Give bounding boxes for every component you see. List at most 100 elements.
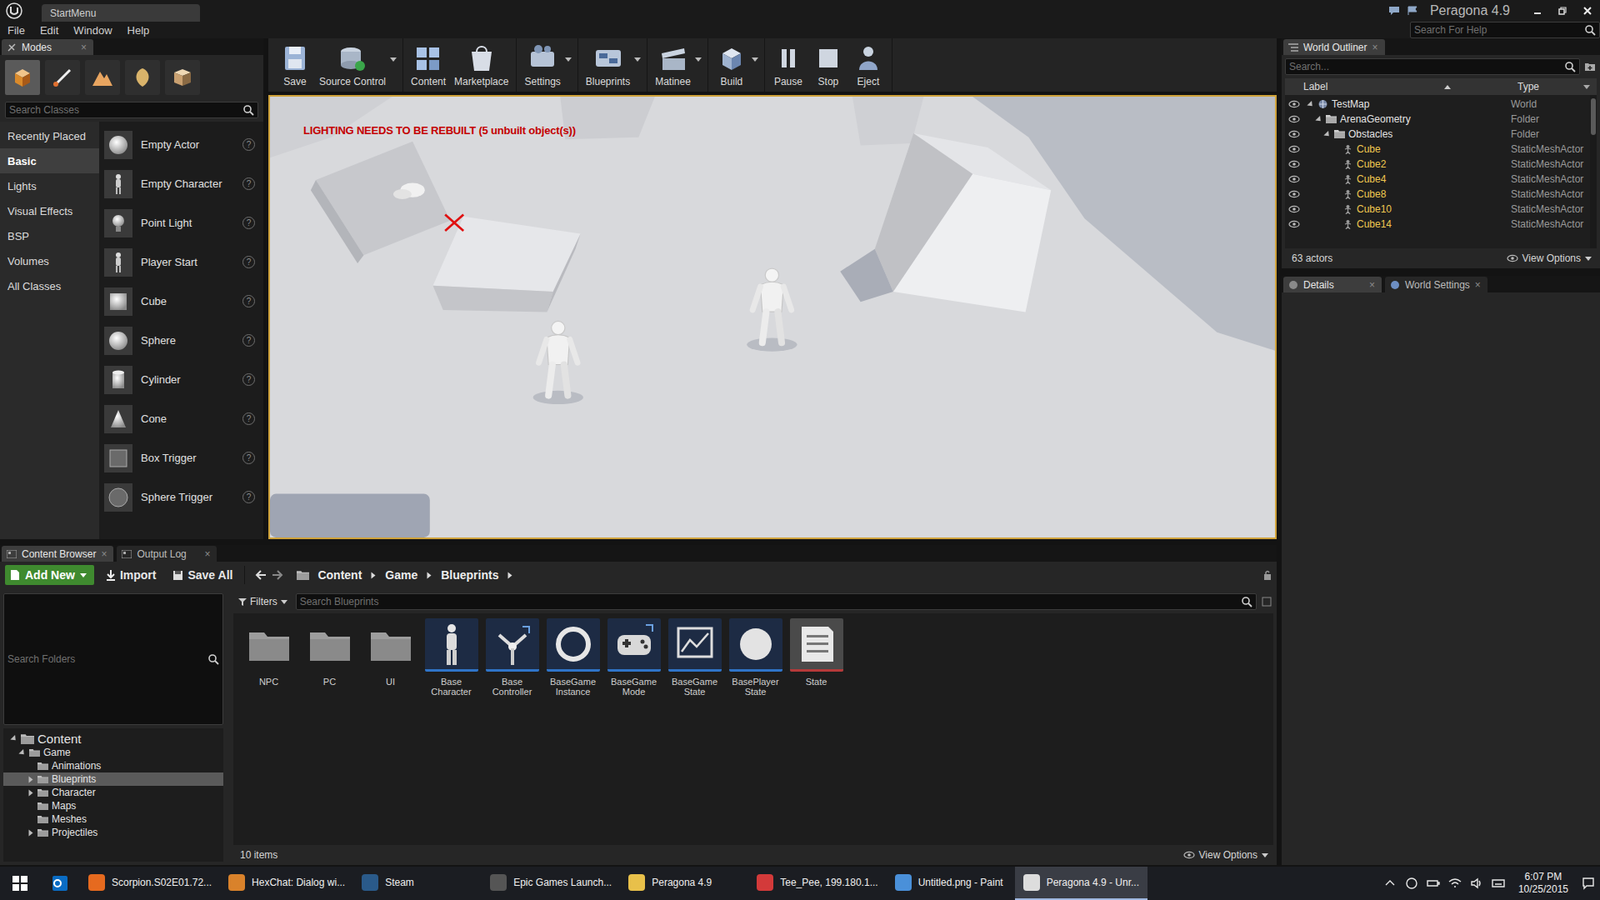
- eye-icon[interactable]: [1288, 175, 1300, 184]
- column-header[interactable]: Label: [1303, 80, 1518, 93]
- outliner-tab[interactable]: World Outliner×: [1283, 39, 1385, 55]
- tab-close[interactable]: ×: [204, 548, 210, 560]
- outliner-row[interactable]: Cube10StaticMeshActor: [1285, 201, 1590, 217]
- toolbar-button[interactable]: Eject: [848, 38, 889, 92]
- folder-tile[interactable]: NPC: [238, 616, 300, 699]
- help-badge[interactable]: ?: [242, 451, 255, 465]
- toolbar-button[interactable]: Save: [275, 38, 315, 92]
- toolbar-button[interactable]: Blueprints: [581, 38, 635, 92]
- help-badge[interactable]: ?: [242, 412, 255, 425]
- outliner-row[interactable]: ArenaGeometryFolder: [1285, 111, 1590, 127]
- menu-item[interactable]: Window: [65, 24, 120, 37]
- tree-toggle[interactable]: [26, 777, 35, 782]
- folder-row[interactable]: Game: [3, 745, 224, 760]
- class-item[interactable]: Cube?: [99, 281, 264, 321]
- battery-icon[interactable]: [1426, 876, 1440, 890]
- column-header[interactable]: Type: [1517, 80, 1597, 93]
- help-badge[interactable]: ?: [242, 295, 255, 308]
- toolbar-dropdown[interactable]: [390, 38, 400, 92]
- asset-search-input[interactable]: [300, 595, 1241, 608]
- eye-icon[interactable]: [1288, 190, 1300, 199]
- outliner-search-input[interactable]: [1289, 60, 1565, 73]
- category-item[interactable]: Volumes: [0, 248, 100, 274]
- level-viewport[interactable]: LIGHTING NEEDS TO BE REBUILT (5 unbuilt …: [268, 95, 1277, 540]
- tree-toggle[interactable]: [1306, 102, 1315, 107]
- menu-item[interactable]: Edit: [32, 24, 66, 37]
- class-item[interactable]: Cylinder?: [99, 360, 264, 400]
- toolbar-button[interactable]: Build: [711, 38, 752, 92]
- document-tab[interactable]: StartMenu: [41, 4, 200, 22]
- outlook-icon[interactable]: [40, 866, 80, 900]
- outliner-row[interactable]: TestMapWorld: [1285, 96, 1590, 112]
- category-item[interactable]: All Classes: [0, 273, 100, 299]
- folder-row[interactable]: Content: [3, 731, 224, 746]
- path-crumb[interactable]: Blueprints: [440, 568, 499, 582]
- help-badge[interactable]: ?: [242, 177, 255, 190]
- start-button[interactable]: [0, 866, 40, 900]
- eye-icon[interactable]: [1183, 850, 1195, 860]
- folder-tile[interactable]: PC: [299, 616, 360, 699]
- chevron-up-icon[interactable]: [1383, 876, 1397, 890]
- back-arrow-icon[interactable]: [255, 570, 267, 580]
- viewport-scene[interactable]: [270, 96, 1275, 538]
- asset-tile[interactable]: BaseGame Mode: [603, 616, 665, 699]
- modes-tab[interactable]: Modes×: [1, 39, 94, 55]
- toolbar-button[interactable]: Settings: [520, 38, 565, 92]
- tree-toggle[interactable]: [18, 750, 26, 755]
- class-search[interactable]: [5, 101, 259, 119]
- toolbar-button[interactable]: Marketplace: [450, 38, 513, 92]
- category-item[interactable]: BSP: [0, 223, 100, 249]
- taskbar-item[interactable]: HexChat: Dialog wi...: [220, 866, 354, 900]
- volume-icon[interactable]: [1470, 876, 1484, 890]
- class-item[interactable]: Box Trigger?: [99, 438, 264, 478]
- mode-button[interactable]: [45, 60, 80, 95]
- eye-icon[interactable]: [1288, 160, 1300, 169]
- taskbar-item[interactable]: Untitled.png - Paint: [886, 866, 1015, 900]
- class-search-input[interactable]: [9, 104, 243, 116]
- folder-row[interactable]: Blueprints: [3, 772, 224, 786]
- path-crumb[interactable]: Content: [317, 568, 362, 582]
- toolbar-button[interactable]: Source Control: [315, 38, 390, 92]
- restore-icon[interactable]: [1553, 4, 1572, 18]
- eye-icon[interactable]: [1288, 130, 1300, 139]
- notifications-icon[interactable]: [1581, 876, 1595, 890]
- outliner-row[interactable]: Cube8StaticMeshActor: [1285, 186, 1590, 202]
- save-all-button[interactable]: Save All: [167, 565, 238, 585]
- toolbar-dropdown[interactable]: [751, 38, 761, 92]
- help-badge[interactable]: ?: [242, 216, 255, 230]
- asset-tile[interactable]: Base Controller: [481, 616, 543, 699]
- tab-close[interactable]: ×: [1475, 279, 1481, 291]
- add-folder-icon[interactable]: [1583, 60, 1597, 74]
- help-search-input[interactable]: [1414, 24, 1585, 36]
- clock[interactable]: 6:07 PM10/25/2015: [1513, 870, 1574, 896]
- help-badge[interactable]: ?: [242, 334, 255, 347]
- class-item[interactable]: Empty Character?: [99, 164, 264, 204]
- filters-button[interactable]: Filters: [235, 595, 291, 608]
- tree-toggle[interactable]: [1315, 117, 1323, 122]
- tab-close[interactable]: ×: [1369, 279, 1375, 291]
- toolbar-button[interactable]: Content: [406, 38, 450, 92]
- mode-button[interactable]: [5, 60, 40, 95]
- help-badge[interactable]: ?: [242, 138, 255, 151]
- class-item[interactable]: Sphere?: [99, 320, 264, 360]
- mode-button[interactable]: [125, 60, 160, 95]
- menu-item[interactable]: Help: [120, 24, 158, 37]
- toolbar-button[interactable]: Matinee: [650, 38, 695, 92]
- outliner-search[interactable]: [1285, 58, 1580, 75]
- scrollbar[interactable]: [1590, 95, 1597, 249]
- asset-tile[interactable]: BaseGame State: [664, 616, 725, 699]
- keyboard-icon[interactable]: [1491, 876, 1505, 890]
- tree-toggle[interactable]: [1323, 132, 1331, 137]
- folder-row[interactable]: Character: [3, 785, 224, 800]
- category-item[interactable]: Basic: [0, 148, 100, 174]
- class-item[interactable]: Empty Actor?: [99, 125, 264, 165]
- steam-tray-icon[interactable]: [1405, 876, 1419, 890]
- mode-button[interactable]: [165, 60, 200, 95]
- folder-search-input[interactable]: [7, 653, 208, 665]
- taskbar-item[interactable]: Scorpion.S02E01.72...: [80, 866, 220, 900]
- save-search-icon[interactable]: [1261, 596, 1272, 607]
- folder-tile[interactable]: UI: [360, 616, 421, 699]
- eye-icon[interactable]: [1288, 115, 1300, 124]
- tab-close[interactable]: ×: [1371, 41, 1378, 54]
- class-item[interactable]: Point Light?: [99, 203, 264, 243]
